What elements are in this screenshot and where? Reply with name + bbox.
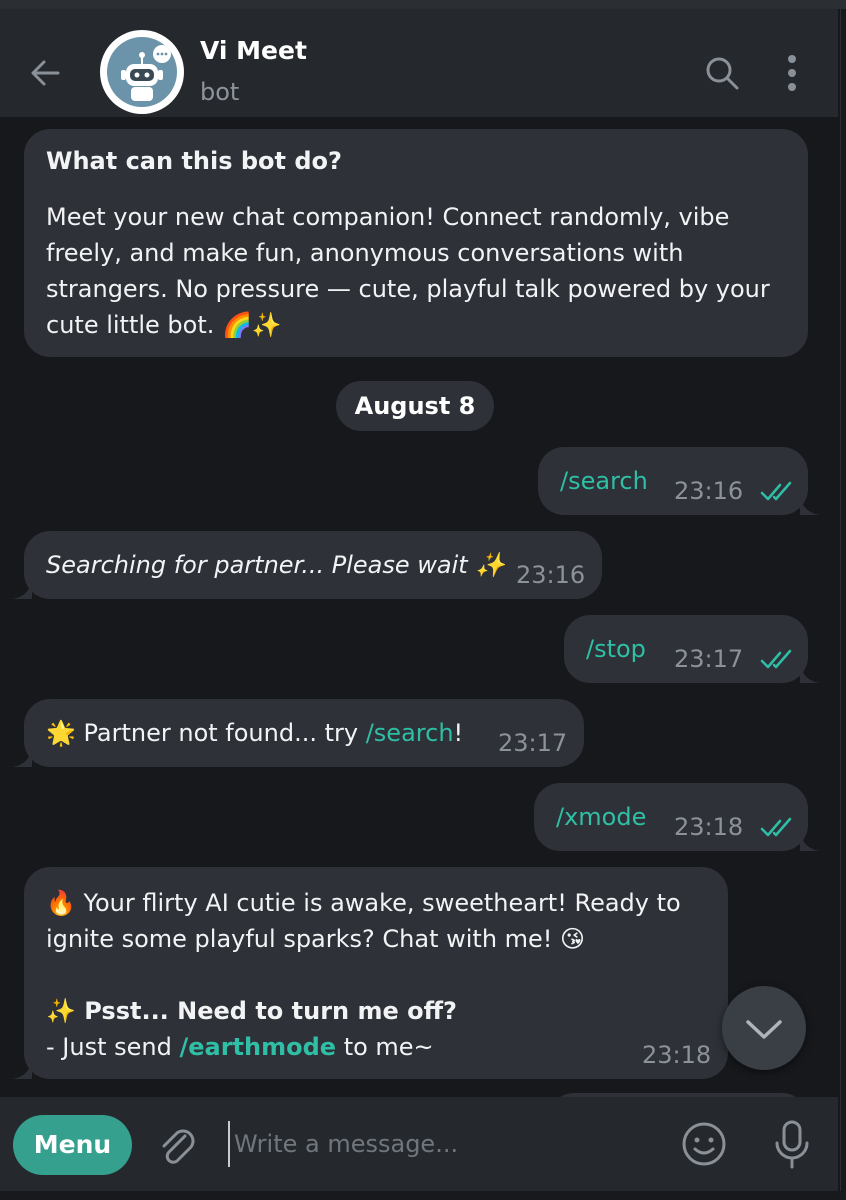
message-text[interactable]: /stop — [586, 635, 646, 663]
chat-subtitle: bot — [200, 78, 240, 106]
composer: Menu — [0, 1097, 838, 1191]
double-check-icon — [760, 817, 792, 837]
more-vertical-icon[interactable] — [782, 53, 802, 93]
message-text-prefix: - Just send — [46, 1033, 180, 1061]
intro-line: freely, and make fun, anonymous conversa… — [46, 239, 684, 267]
message-time: 23:18 — [674, 813, 744, 841]
message-text: ignite some playful sparks? Chat with me… — [46, 925, 586, 953]
bubble-tail — [800, 497, 820, 515]
chat-header: Vi Meet bot — [0, 9, 838, 117]
paperclip-icon[interactable] — [155, 1124, 199, 1168]
window-top-strip — [0, 0, 846, 9]
message-time: 23:17 — [674, 645, 744, 673]
intro-line: strangers. No pressure — cute, playful t… — [46, 275, 770, 303]
robot-avatar[interactable] — [100, 30, 184, 114]
bot-intro-card: What can this bot do? Meet your new chat… — [24, 129, 808, 357]
message-text-suffix: to me~ — [336, 1033, 434, 1061]
bubble-tail — [12, 1061, 32, 1079]
message-text: 🌟 Partner not found... try /search! — [46, 719, 463, 747]
command-link-search[interactable]: /search — [366, 719, 454, 747]
menu-button[interactable]: Menu — [13, 1115, 132, 1175]
search-icon[interactable] — [703, 54, 741, 92]
bubble-tail — [12, 581, 32, 599]
message-in[interactable]: 🔥 Your flirty AI cutie is awake, sweethe… — [12, 867, 728, 1079]
message-out[interactable]: /search 23:16 — [538, 447, 820, 515]
microphone-icon[interactable] — [772, 1119, 812, 1171]
message-text: - Just send /earthmode to me~ — [46, 1029, 434, 1065]
scroll-down-button[interactable] — [722, 986, 806, 1070]
message-text: 🔥 Your flirty AI cutie is awake, sweethe… — [46, 889, 681, 917]
message-input[interactable] — [228, 1121, 666, 1167]
bubble-tail — [800, 665, 820, 683]
bubble-tail — [12, 749, 32, 767]
intro-heading: What can this bot do? — [46, 147, 342, 175]
message-out[interactable]: /xmode 23:18 — [534, 783, 820, 851]
message-time: 23:16 — [674, 477, 744, 505]
message-out[interactable]: /stop 23:17 — [564, 615, 820, 683]
emoji-icon[interactable] — [681, 1121, 727, 1167]
message-text[interactable]: /search — [560, 467, 648, 495]
message-text[interactable]: /xmode — [556, 803, 646, 831]
double-check-icon — [760, 481, 792, 501]
message-time: 23:17 — [498, 729, 568, 757]
message-list[interactable]: What can this bot do? Meet your new chat… — [0, 117, 838, 1097]
message-bold-text: ✨ Psst... Need to turn me off? — [46, 997, 457, 1025]
double-check-icon — [760, 649, 792, 669]
message-in[interactable]: 🌟 Partner not found... try /search! 23:1… — [12, 699, 584, 767]
intro-line: cute little bot. 🌈✨ — [46, 311, 282, 339]
date-separator: August 8 — [336, 381, 494, 431]
back-arrow-icon[interactable] — [26, 53, 66, 93]
message-in[interactable]: Searching for partner... Please wait ✨ 2… — [12, 531, 602, 599]
command-link-earthmode[interactable]: /earthmode — [179, 1033, 336, 1061]
message-text: Searching for partner... Please wait ✨ — [46, 551, 506, 579]
message-time: 23:18 — [642, 1041, 712, 1069]
chevron-down-icon — [746, 1020, 782, 1039]
chat-title: Vi Meet — [200, 36, 307, 65]
bubble-tail — [800, 833, 820, 851]
message-text-prefix: 🌟 Partner not found... try — [46, 719, 366, 747]
intro-line: Meet your new chat companion! Connect ra… — [46, 203, 730, 231]
message-text-suffix: ! — [453, 719, 464, 747]
message-time: 23:16 — [516, 561, 586, 589]
